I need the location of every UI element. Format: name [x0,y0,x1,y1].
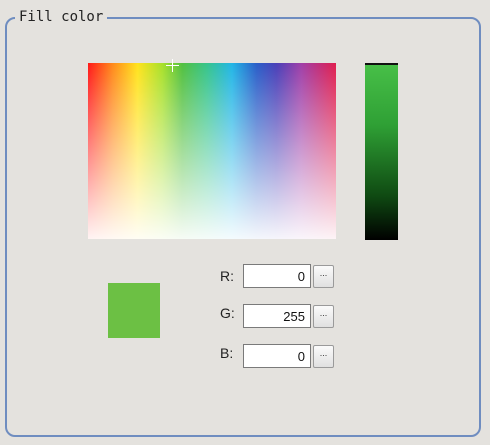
group-title: Fill color [15,8,108,26]
color-preview-swatch [108,283,160,338]
g-value-field[interactable]: 255 [243,304,311,328]
b-edit-button[interactable]: ... [313,345,334,368]
b-label: B: [220,345,234,361]
r-label: R: [220,268,234,284]
b-value-field[interactable]: 0 [243,344,311,368]
luminance-slider[interactable] [365,63,398,240]
g-edit-button[interactable]: ... [313,305,334,328]
crosshair-cursor-icon[interactable] [166,59,179,72]
g-label: G: [220,305,235,321]
color-spectrum-canvas[interactable] [88,63,336,239]
luminance-marker[interactable] [365,63,398,65]
r-value-field[interactable]: 0 [243,264,311,288]
r-edit-button[interactable]: ... [313,265,334,288]
